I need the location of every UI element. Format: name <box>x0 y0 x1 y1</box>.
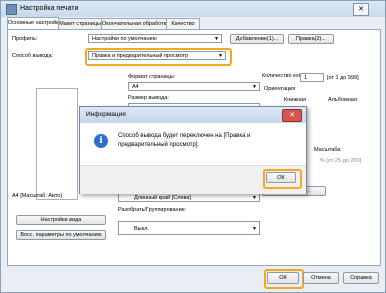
cancel-button[interactable]: Отмена <box>303 272 339 284</box>
dialog-message: Способ вывода будет переключен на [Правк… <box>118 133 251 148</box>
tab-basic[interactable]: Основные настройки <box>7 17 62 29</box>
collate-value: Выкл. <box>134 226 149 232</box>
page-preview <box>36 88 78 200</box>
chevron-down-icon: ▼ <box>252 84 257 90</box>
copies-input[interactable]: 1 <box>300 73 324 82</box>
scale-label: Масштаба <box>314 147 341 153</box>
copies-range: [от 1 до 999] <box>327 75 359 81</box>
orientation-label: Ориентация <box>264 86 296 92</box>
window-title: Настройка печати <box>20 5 79 12</box>
scale-range: % [от 25 до 200] <box>320 158 362 164</box>
output-method-select[interactable]: Правка и предварительный просмотр ▼ <box>88 51 226 60</box>
binding-value: Длинный край [Слева] <box>134 195 191 201</box>
output-size-label: Размер вывода: <box>128 95 169 101</box>
chevron-down-icon: ▼ <box>214 36 219 42</box>
ok-button[interactable]: ОК <box>267 272 299 284</box>
title-bar: Настройка печати ✕ <box>1 1 385 17</box>
close-icon[interactable]: ✕ <box>353 3 369 16</box>
portrait-option[interactable]: Книжная <box>284 97 306 103</box>
info-icon: i <box>94 134 108 148</box>
dialog-title-bar: Информация ✕ <box>80 107 306 123</box>
output-value: Правка и предварительный просмотр <box>92 53 189 59</box>
tab-finishing[interactable]: Окончательная обработка <box>101 18 169 29</box>
printer-icon <box>6 4 17 15</box>
chevron-down-icon: ▼ <box>252 195 257 201</box>
page-format-select[interactable]: A4 ▼ <box>128 82 260 91</box>
view-settings-button[interactable]: Настройки вида <box>16 215 106 225</box>
dialog-title: Информация <box>86 111 126 118</box>
print-settings-window: Настройка печати ✕ Основные настройки Ма… <box>0 0 386 293</box>
page-format-label: Формат страницы: <box>128 74 176 80</box>
profile-label: Профиль: <box>12 36 38 42</box>
profile-select[interactable]: Настройки по умолчанию ▼ <box>88 34 222 43</box>
tab-layout[interactable]: Макет страницы <box>58 18 102 29</box>
output-label: Способ вывода: <box>12 53 54 59</box>
collate-select[interactable]: Выкл. ▼ <box>118 221 260 235</box>
tab-quality[interactable]: Качество <box>166 18 200 29</box>
preview-caption: А4 [Масштаб: Авто] <box>12 193 62 199</box>
binding-select[interactable]: Длинный край [Слева] ▼ <box>118 193 260 202</box>
restore-defaults-button[interactable]: Восс. параметры по умолчанию <box>16 230 106 240</box>
help-button[interactable]: Справка <box>343 272 379 284</box>
dialog-ok-button[interactable]: ОК <box>266 172 296 183</box>
chevron-down-icon: ▼ <box>252 226 257 232</box>
info-dialog: Информация ✕ i Способ вывода будет перек… <box>79 106 307 194</box>
collate-label: Разобрать/Группирование: <box>118 207 187 213</box>
chevron-down-icon: ▼ <box>218 53 223 59</box>
landscape-option[interactable]: Альбомная <box>328 97 357 103</box>
profile-value: Настройки по умолчанию <box>92 36 157 42</box>
add-profile-button[interactable]: Добавление(1)... <box>230 34 284 44</box>
edit-profile-button[interactable]: Правка(2)... <box>288 34 334 44</box>
close-icon[interactable]: ✕ <box>282 109 302 122</box>
page-format-value: A4 <box>132 84 139 90</box>
dialog-footer: ОК <box>80 165 306 194</box>
